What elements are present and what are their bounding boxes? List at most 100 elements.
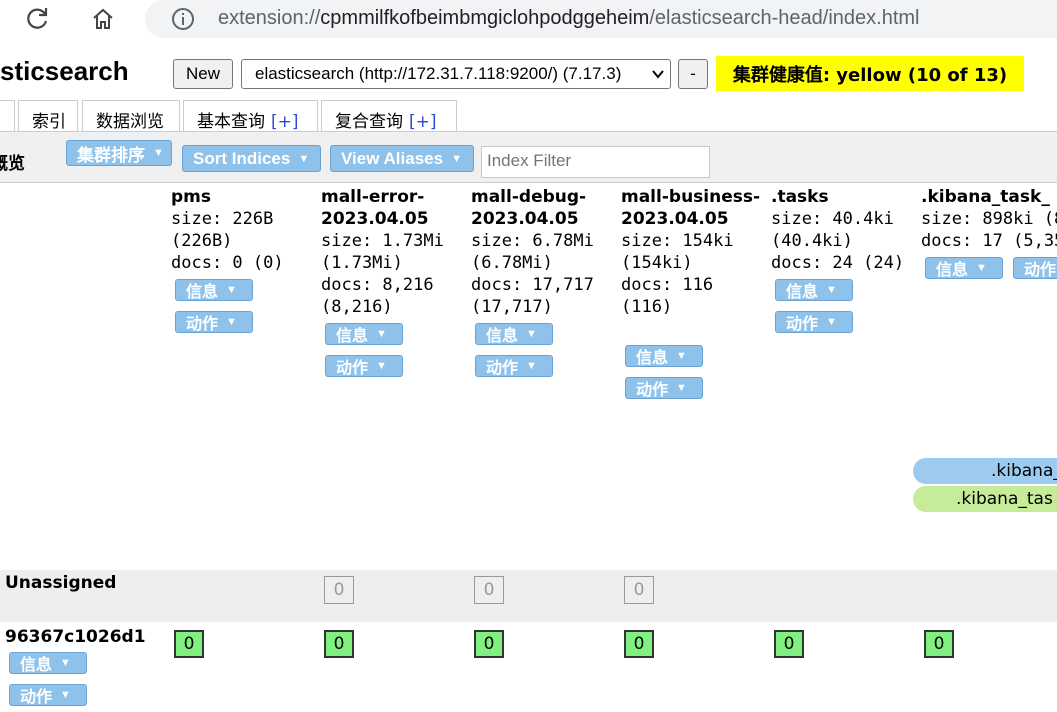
- tab-indices[interactable]: 索引: [18, 100, 78, 132]
- remove-connection-button[interactable]: -: [678, 59, 708, 89]
- index-docs: docs: 17,717: [471, 275, 594, 295]
- connection-select[interactable]: elasticsearch (http://172.31.7.118:9200/…: [241, 59, 671, 89]
- unassigned-label: Unassigned: [5, 573, 117, 593]
- info-button[interactable]: 信息 ▼: [325, 323, 403, 345]
- index-size-total: (1.73Mi): [321, 253, 403, 273]
- alias-badge[interactable]: .kibana_: [913, 458, 1057, 484]
- primary-shard[interactable]: 0: [324, 630, 354, 658]
- index-size: size: 6.78Mi: [471, 231, 594, 251]
- index-name: mall-error-2023.04.05: [321, 187, 429, 229]
- index-docs: docs: 8,216: [321, 275, 434, 295]
- tab-complex-query[interactable]: 复合查询 [+]: [321, 100, 457, 132]
- primary-shard[interactable]: 0: [174, 630, 204, 658]
- caret-down-icon: ▼: [676, 350, 687, 362]
- primary-shard[interactable]: 0: [924, 630, 954, 658]
- caret-down-icon: ▼: [226, 316, 237, 328]
- info-button[interactable]: 信息 ▼: [925, 257, 1003, 279]
- info-button[interactable]: 信息 ▼: [175, 279, 253, 301]
- section-label: 概览: [0, 154, 25, 174]
- new-connection-button[interactable]: New: [173, 59, 233, 89]
- view-aliases-button[interactable]: View Aliases ▼: [330, 145, 474, 172]
- caret-down-icon: ▼: [153, 147, 164, 159]
- connection-value: elasticsearch (http://172.31.7.118:9200/…: [255, 64, 622, 83]
- primary-shard[interactable]: 0: [624, 630, 654, 658]
- index-column: mall-debug-2023.04.05 size: 6.78Mi (6.78…: [471, 186, 611, 318]
- tab-basic-query[interactable]: 基本查询 [+]: [183, 100, 318, 132]
- index-size-total: (6.78Mi): [471, 253, 553, 273]
- caret-down-icon: ▼: [226, 284, 237, 296]
- tab-indices-label: 索引: [32, 112, 66, 132]
- info-button[interactable]: 信息 ▼: [775, 279, 853, 301]
- tab-complex-query-plus[interactable]: [+]: [409, 112, 437, 132]
- index-column: mall-business-2023.04.05 size: 154ki (15…: [621, 186, 761, 318]
- primary-shard[interactable]: 0: [474, 630, 504, 658]
- caret-down-icon: ▼: [526, 328, 537, 340]
- sort-cluster-button[interactable]: 集群排序 ▼: [66, 140, 172, 166]
- sort-indices-button[interactable]: Sort Indices ▼: [182, 145, 321, 172]
- sort-cluster-label: 集群排序: [77, 145, 145, 165]
- info-icon[interactable]: [170, 6, 196, 36]
- action-button[interactable]: 动作 ▼: [775, 311, 853, 333]
- index-size-total: (154ki): [621, 253, 693, 273]
- tab-browser-label: 数据浏览: [96, 112, 164, 132]
- url-host: cpmmilfkofbeimbmgiclohpodggeheim: [320, 7, 650, 29]
- caret-down-icon: ▼: [298, 152, 310, 165]
- node-name: 96367c1026d1: [5, 627, 146, 647]
- index-size: size: 40.4ki: [771, 209, 894, 229]
- tab-browser[interactable]: 数据浏览: [82, 100, 180, 132]
- caret-down-icon: ▼: [976, 262, 987, 274]
- action-button[interactable]: 动作 ▼: [175, 311, 253, 333]
- index-column: pms size: 226B (226B) docs: 0 (0): [171, 186, 316, 274]
- view-aliases-label: View Aliases: [341, 148, 444, 168]
- url-path: /elasticsearch-head/index.html: [649, 7, 920, 29]
- index-docs: docs: 24 (24): [771, 253, 905, 273]
- caret-down-icon: ▼: [376, 360, 387, 372]
- index-filter-input[interactable]: Index Filter: [481, 146, 710, 178]
- index-name: mall-business-2023.04.05: [621, 187, 761, 229]
- info-button[interactable]: 信息 ▼: [625, 345, 703, 367]
- caret-down-icon: ▼: [826, 284, 837, 296]
- unassigned-shard[interactable]: 0: [474, 576, 504, 604]
- app-title: sticsearch: [0, 56, 129, 86]
- index-docs-total: (17,717): [471, 297, 553, 317]
- tab-complex-query-label: 复合查询: [335, 112, 403, 132]
- unassigned-row: [0, 570, 1057, 622]
- index-size: size: 154ki: [621, 231, 734, 251]
- node-info-button[interactable]: 信息 ▼: [9, 652, 87, 674]
- index-name: .tasks: [771, 187, 829, 207]
- home-icon[interactable]: [86, 2, 120, 36]
- index-name: pms: [171, 187, 212, 207]
- index-size-total: (40.4ki): [771, 231, 853, 251]
- index-column: mall-error-2023.04.05 size: 1.73Mi (1.73…: [321, 186, 461, 318]
- caret-down-icon: ▼: [60, 689, 71, 701]
- url-text: extension://cpmmilfkofbeimbmgiclohpodgge…: [218, 7, 919, 30]
- tab-basic-query-label: 基本查询: [197, 112, 265, 132]
- url-prefix: extension://: [218, 7, 321, 29]
- chevron-down-icon: [651, 66, 665, 86]
- reload-icon[interactable]: [20, 2, 54, 36]
- tab-overview[interactable]: [0, 100, 15, 131]
- index-docs: docs: 0 (0): [171, 253, 284, 273]
- caret-down-icon: ▼: [676, 382, 687, 394]
- primary-shard[interactable]: 0: [774, 630, 804, 658]
- info-button[interactable]: 信息 ▼: [475, 323, 553, 345]
- action-button[interactable]: 动作: [1013, 257, 1057, 279]
- index-docs-total: (116): [621, 297, 673, 317]
- index-name: mall-debug-2023.04.05: [471, 187, 587, 229]
- unassigned-shard[interactable]: 0: [324, 576, 354, 604]
- index-name: .kibana_task_: [921, 187, 1050, 207]
- index-docs-total: (8,216): [321, 297, 393, 317]
- caret-down-icon: ▼: [451, 152, 462, 165]
- action-button[interactable]: 动作 ▼: [625, 377, 703, 399]
- cluster-health-badge: 集群健康值: yellow (10 of 13): [716, 56, 1024, 91]
- action-button[interactable]: 动作 ▼: [475, 355, 553, 377]
- unassigned-shard[interactable]: 0: [624, 576, 654, 604]
- sort-indices-label: Sort Indices: [193, 148, 291, 168]
- alias-badge[interactable]: .kibana_tas: [913, 486, 1057, 512]
- action-button[interactable]: 动作 ▼: [325, 355, 403, 377]
- caret-down-icon: ▼: [826, 316, 837, 328]
- node-action-button[interactable]: 动作 ▼: [9, 684, 87, 706]
- caret-down-icon: ▼: [60, 657, 71, 669]
- index-size: size: 226B: [171, 209, 274, 229]
- tab-basic-query-plus[interactable]: [+]: [271, 112, 299, 132]
